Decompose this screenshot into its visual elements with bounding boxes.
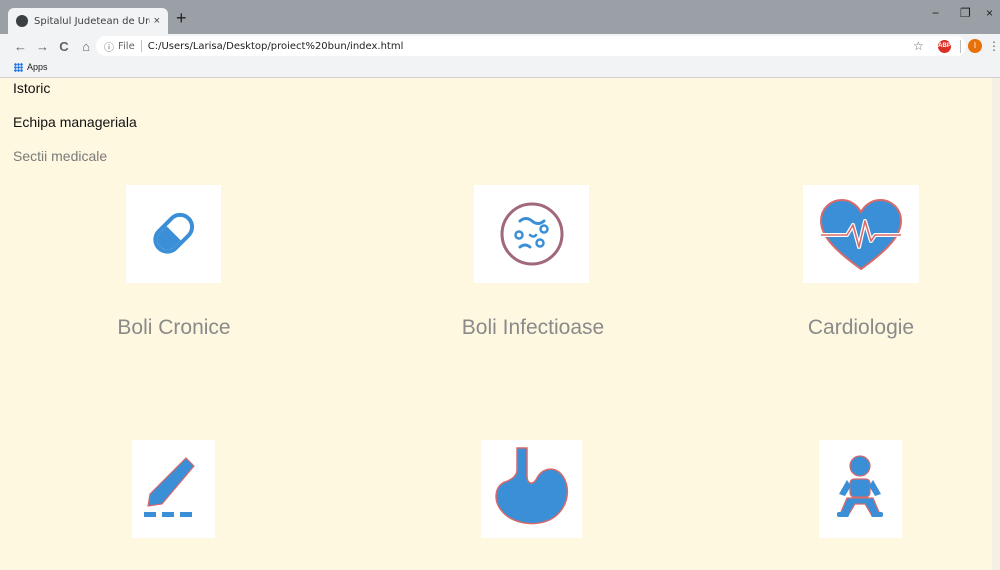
heart-pulse-icon	[819, 198, 903, 271]
reload-icon[interactable]: C	[58, 39, 70, 54]
globe-icon	[16, 15, 28, 27]
apps-bookmark[interactable]: Apps	[27, 62, 48, 72]
browser-menu-icon[interactable]: ⋮	[988, 39, 1000, 53]
cardiologie-card[interactable]	[803, 185, 919, 283]
bookmark-star-icon[interactable]: ☆	[913, 39, 924, 53]
pediatrie-card[interactable]	[819, 440, 902, 538]
minimize-icon[interactable]: −	[932, 6, 939, 20]
section-label-boli-cronice[interactable]: Boli Cronice	[24, 316, 324, 340]
address-bar[interactable]: ⓘ File C:/Users/Larisa/Desktop/proiect%2…	[96, 36, 966, 56]
boli-cronice-card[interactable]	[126, 185, 221, 283]
nav-link-sectii-medicale[interactable]: Sectii medicale	[13, 148, 107, 164]
bacteria-icon	[500, 202, 564, 266]
url-scheme: File	[118, 40, 135, 52]
tab-close-icon[interactable]: ×	[154, 15, 160, 27]
forward-icon[interactable]: →	[36, 39, 49, 54]
section-label-cardiologie[interactable]: Cardiologie	[711, 316, 1000, 340]
nav-link-echipa-manageriala[interactable]: Echipa manageriala	[13, 114, 137, 130]
close-window-icon[interactable]: ×	[986, 6, 993, 20]
gastroenterologie-card[interactable]	[481, 440, 582, 538]
divider	[140, 40, 142, 52]
browser-toolbar: ← → C ⌂ ⓘ File C:/Users/Larisa/Desktop/p…	[0, 34, 1000, 58]
scalpel-icon	[144, 457, 195, 517]
section-label-boli-infectioase[interactable]: Boli Infectioase	[383, 316, 683, 340]
page-content: Istoric Echipa manageriala Sectii medica…	[0, 78, 1000, 570]
url-text[interactable]: C:/Users/Larisa/Desktop/proiect%20bun/in…	[148, 41, 404, 52]
apps-grid-icon[interactable]	[14, 63, 23, 72]
boli-infectioase-card[interactable]	[474, 185, 589, 283]
tab-strip: Spitalul Judetean de Urgenta Bu × + − ❐ …	[0, 0, 1000, 34]
chirurgie-card[interactable]	[132, 440, 215, 538]
new-tab-icon[interactable]: +	[176, 9, 187, 27]
stomach-icon	[495, 447, 568, 525]
back-icon[interactable]: ←	[14, 39, 27, 54]
profile-avatar[interactable]: I	[968, 39, 982, 53]
home-icon[interactable]: ⌂	[80, 39, 92, 54]
baby-icon	[837, 455, 883, 517]
browser-tab[interactable]: Spitalul Judetean de Urgenta Bu ×	[8, 8, 168, 34]
pill-icon	[153, 212, 195, 254]
nav-link-istoric[interactable]: Istoric	[13, 80, 50, 96]
adblock-extension-icon[interactable]: ABP	[938, 40, 951, 53]
divider	[960, 40, 961, 53]
page-scrollbar[interactable]	[992, 78, 1000, 570]
restore-icon[interactable]: ❐	[960, 6, 971, 20]
tab-title: Spitalul Judetean de Urgenta Bu	[34, 15, 150, 27]
info-icon[interactable]: ⓘ	[104, 39, 114, 54]
bookmarks-bar: Apps	[0, 58, 1000, 78]
